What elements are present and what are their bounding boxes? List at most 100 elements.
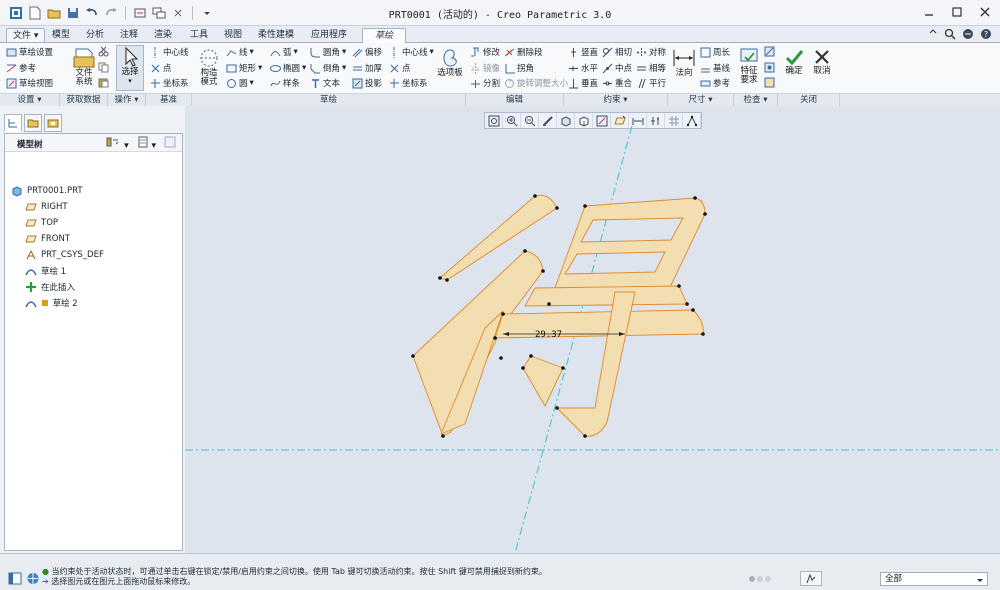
tab-file[interactable]: 文件 ▾ (6, 28, 46, 43)
rectangle-button[interactable]: 矩形 ▾ (226, 62, 262, 74)
overlap-geometry-icon[interactable] (764, 46, 775, 57)
group-label-operations[interactable]: 操作 ▾ (108, 93, 146, 106)
file-system-button[interactable]: 文件 系统 (66, 47, 102, 87)
tab-model[interactable]: 模型 (46, 28, 76, 43)
folder-browser-tab-icon[interactable] (24, 114, 42, 132)
perpendicular-constraint-button[interactable]: 垂直 (568, 77, 598, 89)
close-icon[interactable] (976, 4, 994, 20)
circle-button[interactable]: 圆 ▾ (226, 77, 254, 89)
mirror-button[interactable]: 镜像 (470, 62, 500, 74)
tab-flexible-modeling[interactable]: 柔性建模 (252, 28, 300, 43)
regen-status-icon[interactable] (748, 574, 772, 587)
palette-button[interactable]: 选项板 (436, 47, 464, 78)
glyph-sketch-de[interactable] (412, 194, 706, 437)
show-tree-icon[interactable] (164, 136, 176, 151)
tab-render[interactable]: 渲染 (148, 28, 178, 43)
tree-node-csys[interactable]: PRT_CSYS_DEF (25, 247, 104, 262)
copy-icon[interactable] (98, 62, 109, 73)
minimize-ribbon-icon[interactable] (928, 28, 938, 40)
group-label-inspect[interactable]: 检查 ▾ (734, 93, 778, 106)
tree-node-insert-here[interactable]: 在此插入 (25, 279, 75, 294)
stroke-left-diagonal[interactable] (412, 250, 544, 437)
line-button[interactable]: 线 ▾ (226, 46, 254, 58)
cut-icon[interactable] (98, 46, 109, 57)
sketch-centerline-button[interactable]: 中心线 ▾ (389, 46, 434, 58)
centerline-dropdown-arrow[interactable]: ▾ (430, 47, 434, 57)
arc-button[interactable]: 弧 ▾ (270, 46, 298, 58)
ellipse-dropdown-arrow[interactable]: ▾ (302, 63, 306, 73)
maximize-icon[interactable] (948, 4, 966, 20)
corner-button[interactable]: 拐角 (504, 62, 534, 74)
tab-applications[interactable]: 应用程序 (305, 28, 353, 43)
tab-sketch[interactable]: 草绘 (362, 28, 406, 43)
show-navigator-icon[interactable] (8, 572, 22, 588)
show-browser-icon[interactable] (26, 572, 40, 588)
tree-node-part[interactable]: PRT0001.PRT (11, 183, 83, 198)
delete-segment-button[interactable]: 删除段 (504, 46, 543, 58)
chamfer-button[interactable]: 倒角 ▾ (310, 62, 346, 74)
tree-columns-icon[interactable]: ▾ (137, 136, 156, 151)
tab-tools[interactable]: 工具 (184, 28, 214, 43)
horizontal-constraint-button[interactable]: 水平 (568, 62, 598, 74)
datum-point-button[interactable]: 点 (150, 62, 172, 74)
sketch-point-button[interactable]: 点 (389, 62, 411, 74)
midpoint-constraint-button[interactable]: 中点 (602, 62, 632, 74)
vertical-constraint-button[interactable]: 竖直 (568, 46, 598, 58)
tree-settings-icon[interactable]: ▾ (105, 136, 129, 151)
references-button[interactable]: 参考 (6, 62, 36, 74)
graphics-window[interactable]: 29.37 (185, 106, 1000, 553)
tab-annotate[interactable]: 注释 (114, 28, 144, 43)
group-label-constrain[interactable]: 约束 ▾ (564, 93, 668, 106)
datum-csys-button[interactable]: 坐标系 (150, 77, 189, 89)
tab-analysis[interactable]: 分析 (80, 28, 110, 43)
fillet-dropdown-arrow[interactable]: ▾ (342, 47, 346, 57)
chamfer-dropdown-arrow[interactable]: ▾ (342, 63, 346, 73)
sketch-canvas[interactable]: 29.37 (185, 106, 1000, 553)
smart-select-icon[interactable] (800, 571, 822, 586)
tree-node-sketch-1[interactable]: 草绘 1 (25, 263, 66, 278)
search-icon[interactable] (944, 28, 956, 40)
datum-centerline-button[interactable]: 中心线 (150, 46, 189, 58)
group-label-dimension[interactable]: 尺寸 ▾ (668, 93, 734, 106)
circle-dropdown-arrow[interactable]: ▾ (250, 78, 254, 88)
shade-closed-loops-icon[interactable] (764, 77, 775, 88)
project-button[interactable]: 投影 (352, 77, 382, 89)
spline-button[interactable]: 样条 (270, 77, 300, 89)
minimize-icon[interactable] (920, 4, 938, 20)
offset-button[interactable]: 偏移 (352, 46, 382, 58)
baseline-button[interactable]: 基线 (700, 62, 730, 74)
selection-filter-dropdown[interactable]: 全部 (880, 572, 988, 586)
ok-button[interactable]: 确定 (782, 47, 806, 76)
arc-dropdown-arrow[interactable]: ▾ (294, 47, 298, 57)
favorites-tab-icon[interactable] (44, 114, 62, 132)
rotate-resize-button[interactable]: 旋转调整大小 (504, 77, 568, 89)
symmetric-constraint-button[interactable]: 对称 (636, 46, 666, 58)
rectangle-dropdown-arrow[interactable]: ▾ (258, 63, 262, 73)
divide-button[interactable]: 分割 (470, 77, 500, 89)
feature-requirements-button[interactable]: 特征 要求 (736, 47, 762, 85)
modify-button[interactable]: 修改 (470, 46, 500, 58)
tree-node-front[interactable]: FRONT (25, 231, 70, 246)
thicken-button[interactable]: 加厚 (352, 62, 382, 74)
sketch-csys-button[interactable]: 坐标系 (389, 77, 428, 89)
text-button[interactable]: 文本 (310, 77, 340, 89)
tab-view[interactable]: 视图 (218, 28, 248, 43)
community-icon[interactable] (962, 28, 974, 40)
fillet-button[interactable]: 圆角 ▾ (310, 46, 346, 58)
paste-icon[interactable] (98, 77, 109, 88)
parallel-constraint-button[interactable]: 平行 (636, 77, 666, 89)
sketch-setup-button[interactable]: 草绘设置 (6, 46, 53, 58)
ellipse-button[interactable]: 椭圆 ▾ (270, 62, 306, 74)
perimeter-button[interactable]: 周长 (700, 46, 730, 58)
coincident-constraint-button[interactable]: 重合 (602, 77, 632, 89)
select-button[interactable]: 选择 ▾ (116, 45, 144, 91)
cancel-button[interactable]: 取消 (810, 47, 834, 76)
construction-mode-button[interactable]: 构造 模式 (194, 47, 224, 87)
tree-node-top[interactable]: TOP (25, 215, 58, 230)
highlight-open-ends-icon[interactable] (764, 62, 775, 73)
normal-dimension-button[interactable]: 法向 (670, 47, 698, 78)
reference-dimension-button[interactable]: 参考 (700, 77, 730, 89)
sketch-view-button[interactable]: 草绘视图 (6, 77, 53, 89)
dimension-value[interactable]: 29.37 (535, 330, 562, 340)
tree-node-right[interactable]: RIGHT (25, 199, 68, 214)
